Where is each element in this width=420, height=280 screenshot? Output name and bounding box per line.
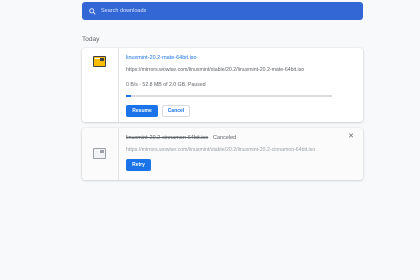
search-input[interactable] <box>101 8 341 14</box>
disc-image-file-icon <box>93 56 106 67</box>
source-url: https://mirrors.wowise.com/linuxmint/sta… <box>126 147 316 153</box>
progress-bar-fill <box>126 95 132 97</box>
divider <box>118 48 119 122</box>
file-name-link[interactable]: linuxmint-20.2-mate-64bit.iso <box>126 55 197 61</box>
file-name: linuxmint-20.2-cinnamon-64bit.iso <box>126 135 209 141</box>
status-label: Canceled <box>213 135 237 141</box>
cancel-button[interactable]: Cancel <box>162 105 190 117</box>
progress-status: 0 B/s - 52.8 MB of 2.0 GB, Paused <box>126 82 206 88</box>
close-icon[interactable]: ✕ <box>348 132 354 140</box>
source-url: https://mirrors.wowise.com/linuxmint/sta… <box>126 67 305 73</box>
divider <box>118 128 119 180</box>
search-icon <box>89 7 96 15</box>
progress-bar <box>126 95 332 97</box>
disc-image-file-icon <box>93 148 106 159</box>
search-bar[interactable] <box>82 2 363 20</box>
retry-button[interactable]: Retry <box>126 159 151 171</box>
resume-button[interactable]: Resume <box>126 105 158 117</box>
section-title: Today <box>82 36 100 43</box>
download-item: linuxmint-20.2-cinnamon-64bit.iso Cancel… <box>82 128 363 180</box>
download-item: linuxmint-20.2-mate-64bit.iso https://mi… <box>82 48 363 122</box>
toolbar <box>0 0 420 28</box>
